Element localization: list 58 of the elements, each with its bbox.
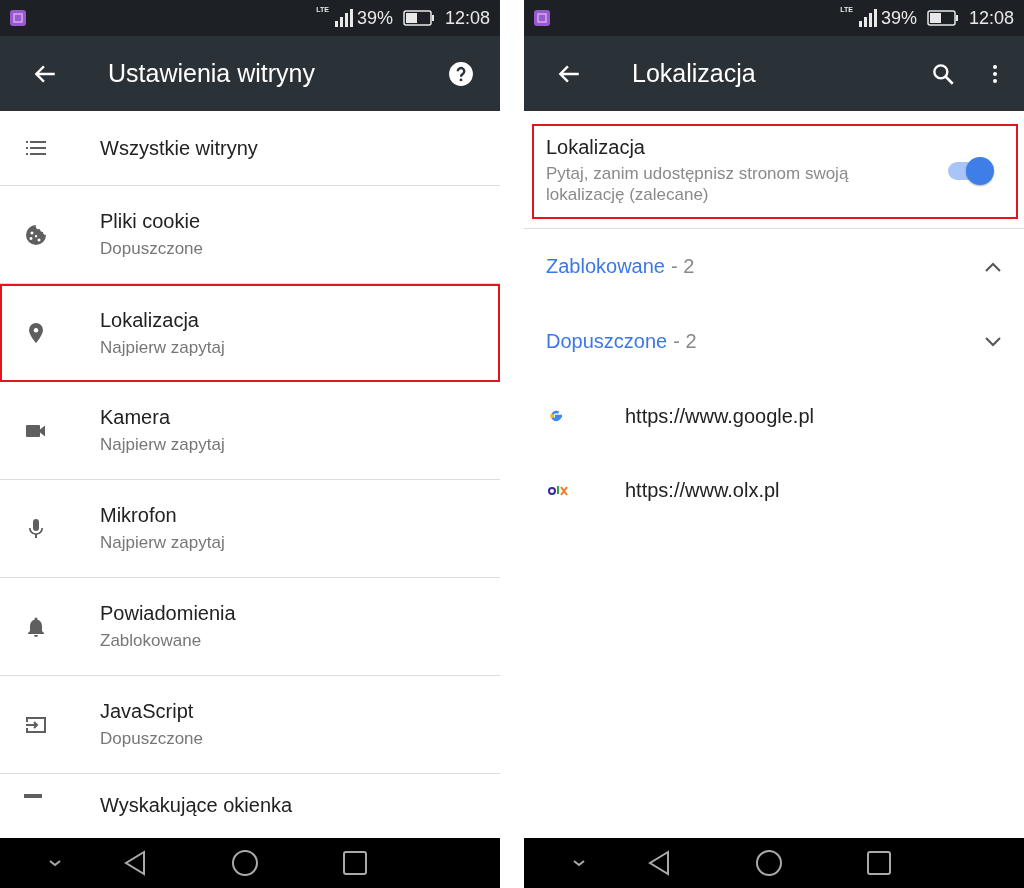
chevron-up-icon[interactable]: [984, 260, 1002, 273]
battery-icon: [926, 10, 959, 26]
recents-square-icon[interactable]: [343, 851, 367, 875]
setting-title: Powiadomienia: [100, 602, 236, 625]
back-triangle-icon[interactable]: [647, 850, 671, 876]
olx-favicon-icon: [548, 484, 568, 496]
google-favicon-icon: [548, 408, 564, 424]
settings-item[interactable]: Pliki cookie Dopuszczone: [0, 186, 500, 284]
location-toggle[interactable]: [946, 156, 994, 185]
setting-title: Lokalizacja: [546, 136, 646, 159]
chevron-down-icon[interactable]: [572, 858, 586, 868]
setting-title: Mikrofon: [100, 504, 178, 527]
setting-title: Wyskakujące okienka: [100, 794, 293, 817]
battery-percent: 39%: [356, 7, 393, 29]
settings-item[interactable]: Mikrofon Najpierw zapytaj: [0, 480, 500, 578]
setting-status: Najpierw zapytaj: [100, 435, 225, 455]
gallery-notification-icon: [10, 10, 26, 26]
clock-time: 12:08: [444, 7, 490, 29]
group-label[interactable]: Dopuszczone: [546, 330, 668, 353]
gallery-notification-icon: [534, 10, 550, 26]
setting-title: JavaScript: [100, 700, 195, 723]
group-label[interactable]: Zablokowane: [546, 255, 665, 278]
setting-title: Kamera: [100, 406, 172, 429]
setting-status: Zablokowane: [100, 631, 203, 651]
recents-square-icon[interactable]: [867, 851, 891, 875]
bar-icon: [24, 794, 42, 798]
chevron-down-icon[interactable]: [48, 858, 62, 868]
settings-item[interactable]: Lokalizacja Najpierw zapytaj: [0, 284, 500, 382]
settings-item[interactable]: Kamera Najpierw zapytaj: [0, 382, 500, 480]
setting-status: Dopuszczone: [100, 239, 203, 259]
home-circle-icon[interactable]: [231, 849, 259, 877]
clock-time: 12:08: [968, 7, 1014, 29]
group-count: - 2: [673, 330, 698, 353]
site-url[interactable]: https://www.google.pl: [625, 404, 814, 428]
signal-icon: [332, 9, 353, 27]
settings-item[interactable]: Powiadomienia Zablokowane: [0, 578, 500, 676]
home-circle-icon[interactable]: [755, 849, 783, 877]
setting-status: Dopuszczone: [100, 729, 203, 749]
setting-title: Pliki cookie: [100, 210, 202, 233]
toolbar-title: Lokalizacja: [632, 59, 757, 88]
chevron-down-icon[interactable]: [984, 335, 1002, 348]
toolbar-title: Ustawienia witryny: [108, 59, 316, 88]
back-triangle-icon[interactable]: [123, 850, 147, 876]
more-options-icon[interactable]: [992, 63, 998, 84]
setting-description: Pytaj, zanim udostępnisz stronom swoją lokalizację (zalecane): [546, 163, 850, 205]
setting-title: Wszystkie witryny: [100, 136, 258, 160]
site-url[interactable]: https://www.olx.pl: [625, 478, 780, 502]
signal-icon: [856, 9, 877, 27]
setting-title: Lokalizacja: [100, 308, 200, 332]
battery-icon: [402, 10, 435, 26]
group-count: - 2: [670, 255, 696, 278]
battery-percent: 39%: [880, 7, 917, 29]
setting-status: Najpierw zapytaj: [100, 337, 225, 358]
help-icon[interactable]: [448, 60, 474, 87]
cookie-icon: [24, 222, 48, 247]
settings-item[interactable]: Wszystkie witryny: [0, 111, 500, 186]
settings-item[interactable]: JavaScript Dopuszczone: [0, 676, 500, 774]
setting-status: Najpierw zapytaj: [100, 533, 225, 553]
